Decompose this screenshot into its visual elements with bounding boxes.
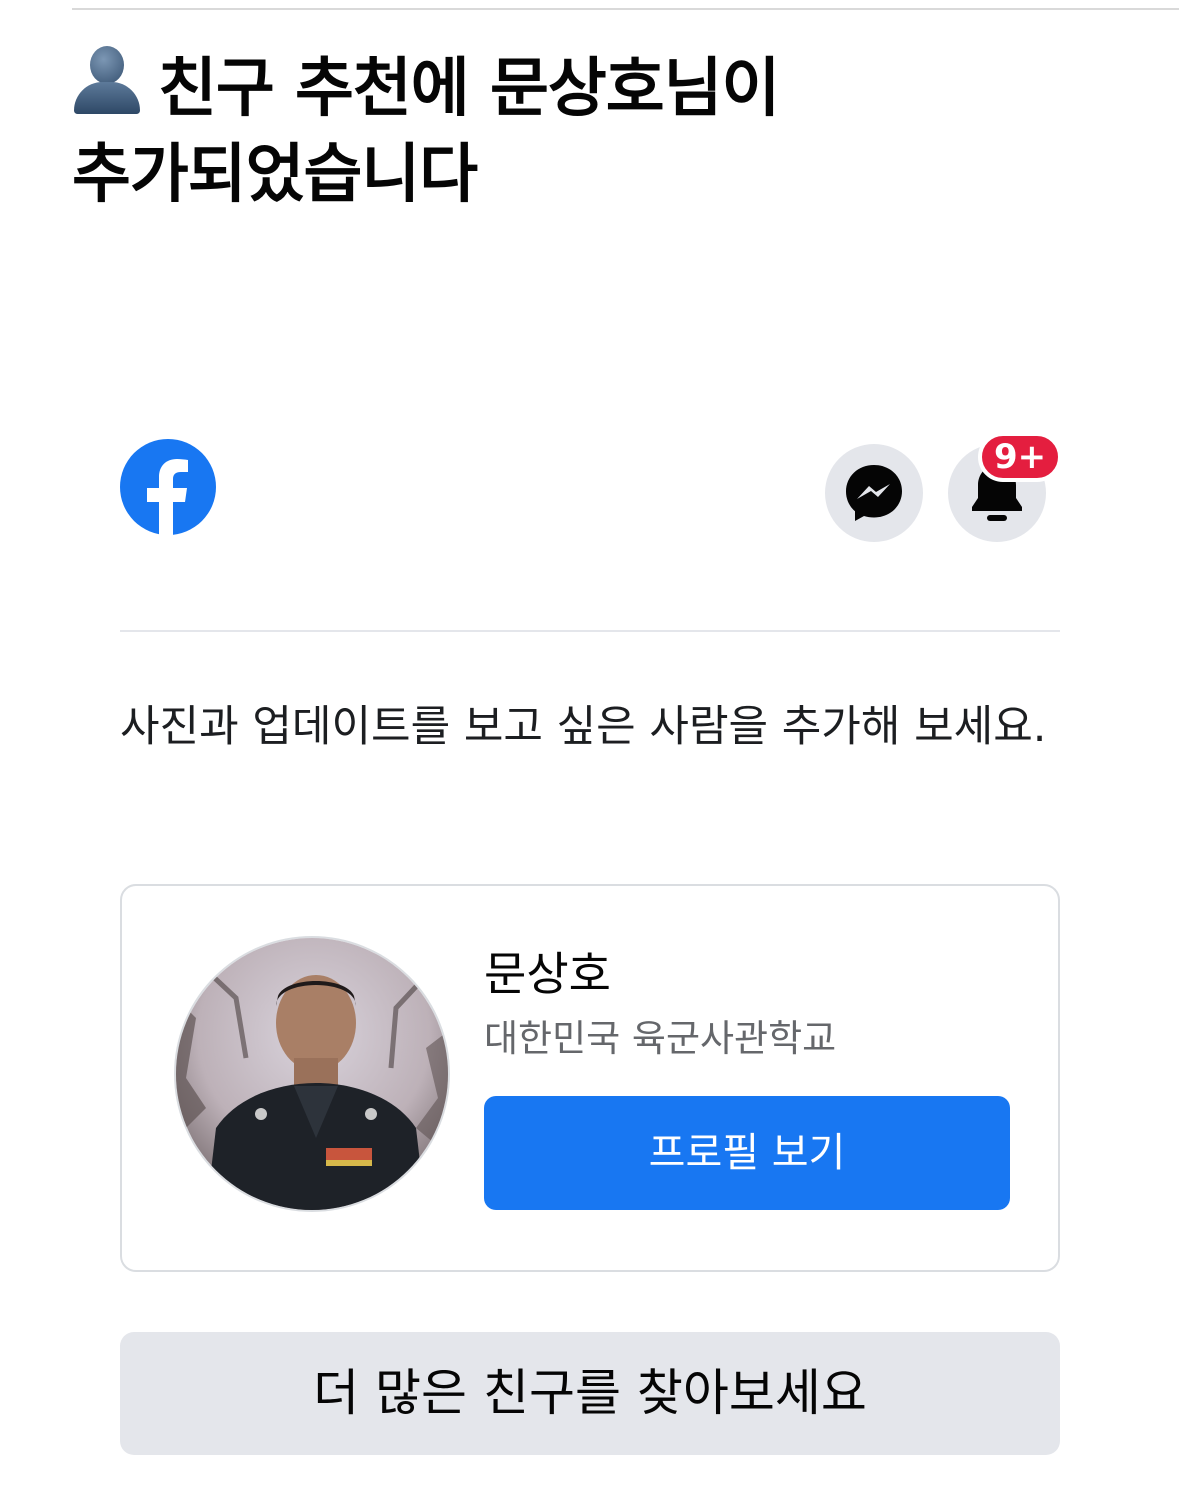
profile-photo <box>176 938 448 1210</box>
avatar[interactable] <box>174 936 450 1212</box>
facebook-header: 9+ <box>120 432 1063 546</box>
header-divider <box>120 630 1060 632</box>
messenger-button[interactable] <box>825 444 923 542</box>
subject-line-1: 친구 추천에 문상호님이 <box>158 52 780 126</box>
find-more-friends-button[interactable]: 더 많은 친구를 찾아보세요 <box>120 1332 1060 1455</box>
email-page: 친구 추천에 문상호님이 추가되었습니다 9+ 사진과 업데이트를 보고 싶은 … <box>0 0 1179 1495</box>
person-name[interactable]: 문상호 <box>484 944 611 1004</box>
facebook-logo-icon[interactable] <box>120 439 216 535</box>
friend-suggestion-card: 문상호 대한민국 육군사관학교 프로필 보기 <box>120 884 1060 1272</box>
subject-line-2: 추가되었습니다 <box>72 138 478 212</box>
intro-text: 사진과 업데이트를 보고 싶은 사람을 추가해 보세요. <box>120 702 1047 752</box>
email-subject: 친구 추천에 문상호님이 추가되었습니다 <box>72 42 1032 218</box>
top-divider <box>72 8 1179 10</box>
bust-in-silhouette-icon <box>72 42 140 116</box>
messenger-icon <box>846 465 902 521</box>
view-profile-button[interactable]: 프로필 보기 <box>484 1096 1010 1210</box>
person-school: 대한민국 육군사관학교 <box>484 1017 837 1060</box>
notification-badge: 9+ <box>978 432 1063 482</box>
